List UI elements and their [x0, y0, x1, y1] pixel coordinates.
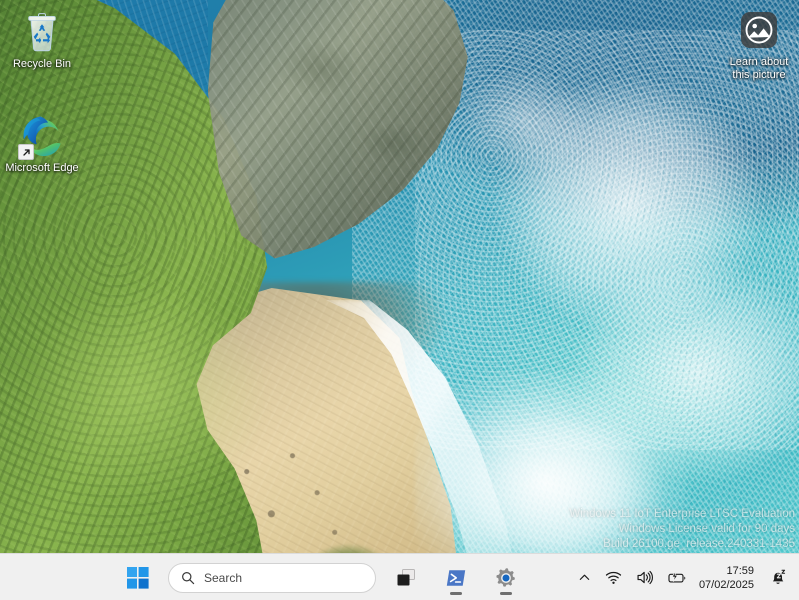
app-running-indicator — [450, 591, 462, 595]
app-running-indicator — [500, 591, 512, 595]
start-button[interactable] — [118, 558, 158, 598]
gear-icon — [494, 566, 518, 590]
taskbar-app-settings[interactable] — [486, 558, 526, 598]
edge-icon — [18, 112, 66, 160]
tray-volume-button[interactable] — [630, 559, 659, 597]
terminal-icon — [444, 566, 468, 590]
search-input[interactable]: Search — [168, 562, 376, 593]
tray-clock[interactable]: 17:59 07/02/2025 — [695, 564, 761, 592]
tray-overflow-button[interactable] — [572, 559, 597, 597]
search-icon — [181, 571, 195, 585]
picture-info-icon — [735, 6, 783, 54]
search-placeholder: Search — [204, 570, 243, 585]
clock-date: 07/02/2025 — [698, 578, 754, 591]
task-view-icon — [395, 567, 417, 589]
desktop-icon-recycle-bin[interactable]: Recycle Bin — [4, 8, 80, 71]
desktop-icon-learn-about-picture[interactable]: Learn about this picture — [722, 6, 796, 82]
taskbar-center-group: Search — [118, 554, 526, 600]
clock-time: 17:59 — [726, 564, 754, 577]
desktop-wallpaper[interactable] — [0, 0, 799, 600]
desktop-icon-label: Recycle Bin — [12, 58, 72, 70]
recycle-bin-icon — [18, 8, 66, 56]
shortcut-overlay-icon — [18, 144, 34, 160]
wallpaper-cliff-highlight — [15, 270, 304, 582]
bell-dnd-icon — [769, 569, 787, 587]
wifi-icon — [605, 569, 622, 586]
taskbar-app-windows-terminal[interactable] — [436, 558, 476, 598]
tray-network-button[interactable] — [599, 559, 628, 597]
chevron-up-icon — [578, 571, 591, 584]
desktop-icon-label: Learn about this picture — [729, 56, 789, 81]
desktop-screen: Recycle Bin Microsoft Edge Learn about t… — [0, 0, 799, 600]
tray-notifications-button[interactable] — [763, 559, 793, 597]
taskbar: Search 17:59 07/02/2025 — [0, 553, 799, 600]
task-view-button[interactable] — [386, 558, 426, 598]
windows-logo-icon — [127, 566, 149, 589]
desktop-icon-label: Microsoft Edge — [5, 162, 79, 174]
desktop-icon-microsoft-edge[interactable]: Microsoft Edge — [4, 112, 80, 175]
system-tray: 17:59 07/02/2025 — [572, 554, 793, 600]
battery-charging-icon — [667, 569, 687, 586]
speaker-icon — [636, 569, 653, 586]
tray-battery-button[interactable] — [661, 559, 693, 597]
